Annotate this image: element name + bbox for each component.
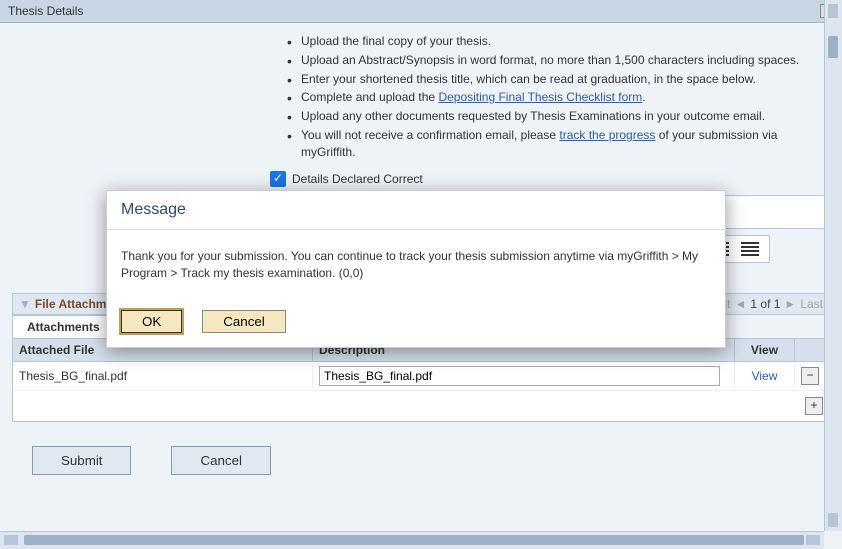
scroll-up-icon[interactable]: [828, 4, 838, 18]
submit-button[interactable]: Submit: [32, 446, 131, 475]
nav-next-icon[interactable]: ►: [784, 297, 796, 311]
tab-attachments[interactable]: Attachments: [12, 315, 115, 338]
dialog-body: Thank you for your submission. You can c…: [107, 230, 725, 300]
attachments-table: Attached File Description View Thesis_BG…: [12, 339, 830, 422]
nav-last[interactable]: Last: [800, 297, 823, 311]
delete-row-button[interactable]: −: [801, 367, 819, 385]
declared-checkbox[interactable]: [270, 171, 286, 187]
cell-file: Thesis_BG_final.pdf: [13, 365, 313, 387]
scroll-thumb[interactable]: [828, 36, 838, 58]
instruction-item: Upload an Abstract/Synopsis in word form…: [287, 52, 830, 69]
window-title: Thesis Details: [8, 4, 83, 18]
scroll-right-icon[interactable]: [806, 535, 820, 545]
instruction-item: You will not receive a confirmation emai…: [287, 127, 830, 161]
view-link[interactable]: View: [752, 369, 778, 383]
instruction-item: Complete and upload the Depositing Final…: [287, 89, 830, 106]
scroll-thumb[interactable]: [24, 535, 804, 545]
instruction-item: Upload the final copy of your thesis.: [287, 33, 830, 50]
instruction-item: Enter your shortened thesis title, which…: [287, 71, 830, 88]
dialog-actions: OK Cancel: [107, 300, 725, 347]
collapse-icon[interactable]: ▼: [19, 297, 31, 311]
add-row-area: +: [13, 390, 829, 421]
add-row-button[interactable]: +: [805, 397, 823, 415]
declared-row: Details Declared Correct: [270, 171, 830, 187]
header-view: View: [735, 339, 795, 361]
description-input[interactable]: [319, 366, 720, 386]
ok-button[interactable]: OK: [121, 310, 182, 333]
titlebar: Thesis Details ×: [0, 0, 842, 23]
instructions: Upload the final copy of your thesis. Up…: [287, 33, 830, 161]
cancel-button[interactable]: Cancel: [171, 446, 271, 475]
instruction-item: Upload any other documents requested by …: [287, 108, 830, 125]
message-dialog: Message Thank you for your submission. Y…: [106, 190, 726, 348]
scroll-down-icon[interactable]: [828, 513, 838, 527]
align-justify-icon[interactable]: [741, 242, 759, 256]
table-row: Thesis_BG_final.pdf View −: [13, 361, 829, 390]
dialog-title: Message: [107, 191, 725, 230]
vertical-scrollbar[interactable]: [824, 0, 842, 531]
horizontal-scrollbar[interactable]: [0, 531, 824, 549]
nav-prev-icon[interactable]: ◄: [735, 297, 747, 311]
track-progress-link[interactable]: track the progress: [559, 128, 655, 142]
scroll-left-icon[interactable]: [4, 535, 18, 545]
action-buttons: Submit Cancel: [32, 446, 830, 475]
declared-label: Details Declared Correct: [292, 172, 423, 186]
checklist-form-link[interactable]: Depositing Final Thesis Checklist form: [438, 90, 642, 104]
dialog-cancel-button[interactable]: Cancel: [202, 310, 286, 333]
nav-range: 1 of 1: [750, 297, 780, 311]
